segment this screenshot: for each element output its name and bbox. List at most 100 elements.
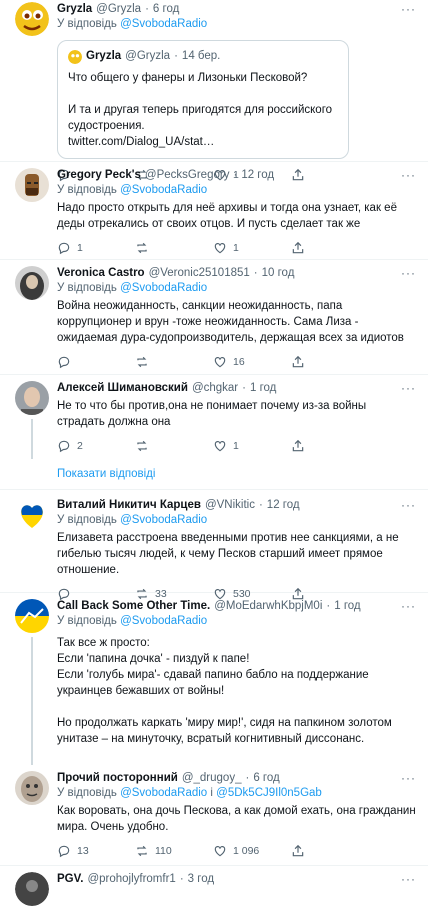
tweet-text: Елизавета расстроена введенными против н… <box>57 532 399 576</box>
reply-button[interactable]: 2 <box>57 439 135 453</box>
mention-link[interactable]: @SvobodaRadio <box>120 787 207 799</box>
author-name[interactable]: Прочий посторонний <box>57 771 178 786</box>
mention-link[interactable]: @SvobodaRadio <box>120 615 207 627</box>
retweet-icon <box>137 845 147 857</box>
tweet-actions: 16 <box>57 354 416 370</box>
timestamp[interactable]: 1 год <box>334 599 360 614</box>
more-icon[interactable]: ··· <box>401 2 416 17</box>
tweet-header: Виталий Никитич Карцев @VNikitic · 12 го… <box>57 498 416 513</box>
mention-link[interactable]: @SvobodaRadio <box>120 514 207 526</box>
more-icon[interactable]: ··· <box>401 498 416 513</box>
author-handle[interactable]: @prohojlyfromfr1 <box>87 872 175 887</box>
more-icon[interactable]: ··· <box>401 872 416 887</box>
avatar[interactable] <box>15 168 49 202</box>
tweet[interactable]: Call Back Some Other Time. @MoEdarwhKbpj… <box>0 593 428 765</box>
tweet-header: Veronica Castro @Veronic25101851 · 10 го… <box>57 266 416 281</box>
timestamp[interactable]: 1 год <box>250 381 276 396</box>
more-icon[interactable]: ··· <box>401 771 416 786</box>
author-handle[interactable]: @Gryzla <box>96 2 141 17</box>
avatar[interactable] <box>15 771 49 805</box>
tweet[interactable]: Виталий Никитич Карцев @VNikitic · 12 го… <box>0 490 428 601</box>
more-icon[interactable]: ··· <box>401 266 416 281</box>
share-icon <box>292 439 304 452</box>
share-button[interactable] <box>291 844 311 858</box>
share-button[interactable] <box>291 241 311 255</box>
author-handle[interactable]: @VNikitic <box>205 498 255 513</box>
tweet[interactable]: PGV. @prohojlyfromfr1 · 3 год ··· <box>0 866 428 906</box>
tweet-text: Как воровать, она дочь Пескова, а как до… <box>57 805 416 833</box>
retweet-button[interactable] <box>135 241 213 255</box>
timestamp[interactable]: 12 год <box>241 168 274 183</box>
retweet-button[interactable] <box>135 439 213 453</box>
author-handle[interactable]: @chgkar <box>192 381 238 396</box>
author-handle[interactable]: @Veronic25101851 <box>149 266 250 281</box>
thread-line <box>31 637 33 765</box>
avatar[interactable] <box>15 381 49 415</box>
author-name[interactable]: Gryzla <box>57 2 92 17</box>
retweet-button[interactable] <box>135 355 213 369</box>
author-name[interactable]: Виталий Никитич Карцев <box>57 498 201 513</box>
timestamp[interactable]: 6 год <box>253 771 279 786</box>
reply-context: У відповідь @SvobodaRadio <box>57 184 208 196</box>
timestamp[interactable]: 3 год <box>188 872 214 887</box>
avatar[interactable] <box>15 498 49 532</box>
tweet-header: Алексей Шимановский @chgkar · 1 год ··· <box>57 381 416 396</box>
tweet[interactable]: Прочий посторонний @_drugoy_ · 6 год ···… <box>0 765 428 866</box>
more-icon[interactable]: ··· <box>401 381 416 396</box>
more-icon[interactable]: ··· <box>401 168 416 183</box>
share-button[interactable] <box>291 439 311 453</box>
tweet[interactable]: Алексей Шимановский @chgkar · 1 год ··· … <box>0 375 428 459</box>
avatar[interactable] <box>15 2 49 36</box>
avatar <box>68 49 82 64</box>
quoted-tweet[interactable]: Gryzla @Gryzla · 14 бер. Что общего у фа… <box>57 40 349 159</box>
avatar[interactable] <box>15 599 49 633</box>
heart-icon <box>214 441 226 452</box>
mention-link[interactable]: @5Dk5CJ9Il0n5Gab <box>216 787 322 799</box>
author-name[interactable]: Алексей Шимановский <box>57 381 188 396</box>
tweet-actions: 13 110 1 096 <box>57 843 416 859</box>
show-replies-link[interactable]: Показати відповіді <box>0 459 428 490</box>
timestamp[interactable]: 12 год <box>267 498 300 513</box>
avatar[interactable] <box>15 266 49 300</box>
quoted-timestamp: 14 бер. <box>181 50 221 62</box>
author-name[interactable]: Gregory Peck's <box>57 168 141 183</box>
tweet-text: Надо просто открыть для неё архивы и тог… <box>57 202 397 230</box>
mention-link[interactable]: @SvobodaRadio <box>120 282 207 294</box>
quoted-author-handle: @Gryzla <box>125 50 171 62</box>
mention-link[interactable]: @SvobodaRadio <box>120 184 207 196</box>
avatar[interactable] <box>15 872 49 906</box>
share-button[interactable] <box>291 355 311 369</box>
tweet-actions: 1 1 <box>57 240 416 256</box>
mention-link[interactable]: @SvobodaRadio <box>120 18 207 30</box>
reply-context: У відповідь @SvobodaRadio і @5Dk5CJ9Il0n… <box>57 787 322 799</box>
timestamp[interactable]: 6 год <box>153 2 179 17</box>
more-icon[interactable]: ··· <box>401 599 416 614</box>
reply-button[interactable]: 1 <box>57 241 135 255</box>
author-name[interactable]: PGV. <box>57 872 83 887</box>
reply-context: У відповідь @SvobodaRadio <box>57 282 208 294</box>
reply-button[interactable]: 13 <box>57 844 135 858</box>
tweet[interactable]: Gregory Peck's @PecksGregory · 12 год ··… <box>0 162 428 260</box>
like-button[interactable]: 1 096 <box>213 844 291 858</box>
like-button[interactable]: 1 <box>213 439 291 453</box>
share-icon <box>292 241 304 254</box>
author-handle[interactable]: @MoEdarwhKbpjM0i <box>214 599 322 614</box>
retweet-icon <box>137 356 147 368</box>
quoted-author-name: Gryzla <box>86 50 122 62</box>
author-handle[interactable]: @PecksGregory <box>145 168 230 183</box>
tweet-text: Так все ж просто: Если 'папина дочка' - … <box>57 637 392 745</box>
like-button[interactable]: 1 <box>213 241 291 255</box>
timestamp[interactable]: 10 год <box>262 266 295 281</box>
author-name[interactable]: Call Back Some Other Time. <box>57 599 210 614</box>
tweet[interactable]: Gryzla @Gryzla · 6 год ··· У відповідь @… <box>0 0 428 182</box>
author-handle[interactable]: @_drugoy_ <box>182 771 242 786</box>
reply-button[interactable] <box>57 355 135 369</box>
like-button[interactable]: 16 <box>213 355 291 369</box>
retweet-button[interactable]: 110 <box>135 844 213 858</box>
tweet[interactable]: Veronica Castro @Veronic25101851 · 10 го… <box>0 260 428 375</box>
reply-icon <box>58 440 70 453</box>
author-name[interactable]: Veronica Castro <box>57 266 145 281</box>
reply-context: У відповідь @SvobodaRadio <box>57 615 208 627</box>
share-icon <box>292 355 304 368</box>
tweet-text: Не то что бы против,она не понимает поче… <box>57 400 367 428</box>
